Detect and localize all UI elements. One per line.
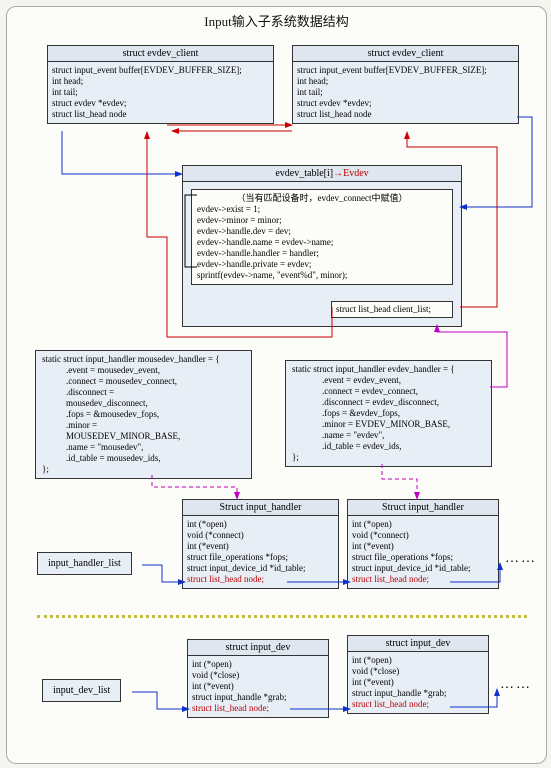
line: .event = mousedev_event, [42,365,160,375]
box-body: static struct input_handler mousedev_han… [36,351,251,478]
line: struct input_event buffer[EVDEV_BUFFER_S… [297,65,487,75]
line: .minor = EVDEV_MINOR_BASE, [292,419,450,429]
line: void (*connect) [352,530,409,540]
box-head: evdev_table[i]→Evdev [183,166,461,182]
line: evdev->handle.name = evdev->name; [197,237,333,247]
box-body: int (*open) void (*connect) int (*event)… [348,516,498,588]
dots: …… [505,551,537,567]
line: struct evdev *evdev; [297,98,371,108]
diagram-title: Input输入子系统数据结构 [204,11,348,30]
line: .fops = &mousedev_fops, [42,409,159,419]
line: .minor = [42,420,97,430]
line: static struct input_handler evdev_handle… [292,364,455,374]
head-arrow: → [333,168,343,179]
line: struct evdev *evdev; [52,98,126,108]
line: struct file_operations *fops; [187,552,288,562]
line: .connect = evdev_connect, [292,386,418,396]
box-body: int (*open) void (*close) int (*event) s… [188,656,328,717]
box-body: int (*open) void (*connect) int (*event)… [183,516,338,588]
line: int tail; [52,87,78,97]
dots: …… [500,677,532,693]
line: struct input_event buffer[EVDEV_BUFFER_S… [52,65,242,75]
box-evdev-handler: static struct input_handler evdev_handle… [285,360,492,467]
line: static struct input_handler mousedev_han… [42,354,220,364]
line: int head; [297,76,328,86]
label-text: input_dev_list [53,685,110,696]
box-body: static struct input_handler evdev_handle… [286,361,491,466]
box-input-handler-2: Struct input_handler int (*open) void (*… [347,499,499,589]
line: .disconnect = evdev_disconnect, [292,397,439,407]
line: int (*event) [192,681,234,691]
line: void (*close) [352,666,399,676]
box-head: struct evdev_client [293,46,518,62]
line: evdev->handle.handler = handler; [197,248,319,258]
line: .disconnect = [42,387,114,397]
box-head: struct input_dev [348,636,488,652]
label-input-dev-list: input_dev_list [42,679,121,702]
line: int (*open) [352,519,392,529]
line-red: struct list_head node; [352,574,429,584]
box-head: Struct input_handler [348,500,498,516]
line: void (*connect) [187,530,244,540]
client-list: struct list_head client_list; [331,301,453,318]
line-red: struct list_head node; [352,699,429,709]
line: mousedev_disconnect, [42,398,148,408]
box-input-dev-2: struct input_dev int (*open) void (*clos… [347,635,489,714]
box-head: struct evdev_client [48,46,273,62]
line-red: struct list_head node; [192,703,269,713]
line: struct list_head client_list; [336,304,431,314]
line: int (*open) [187,519,227,529]
line: struct list_head node [297,109,371,119]
line: }; [42,464,49,474]
box-body: struct input_event buffer[EVDEV_BUFFER_S… [48,62,273,123]
label-input-handler-list: input_handler_list [37,552,132,575]
line: struct input_device_id *id_table; [352,563,470,573]
line: .id_table = mousedev_ids, [42,453,161,463]
line: evdev->handle.dev = dev; [197,226,291,236]
box-head: struct input_dev [188,640,328,656]
line: struct input_handle *grab; [352,688,446,698]
divider [37,615,527,618]
line: MOUSEDEV_MINOR_BASE, [42,431,180,441]
line: int (*event) [352,677,394,687]
line: .connect = mousedev_connect, [42,376,177,386]
box-evdev-table: evdev_table[i]→Evdev （当有匹配设备时，evdev_conn… [182,165,462,327]
inner-body: （当有匹配设备时，evdev_connect中赋值） evdev->exist … [191,189,453,285]
line: .name = "mousedev", [42,442,143,452]
box-evdev-client-2: struct evdev_client struct input_event b… [292,45,519,124]
line: sprintf(evdev->name, "event%d", minor); [197,270,347,280]
box-mousedev-handler: static struct input_handler mousedev_han… [35,350,252,479]
line: struct input_device_id *id_table; [187,563,305,573]
line: struct input_handle *grab; [192,692,286,702]
box-body: int (*open) void (*close) int (*event) s… [348,652,488,713]
line: int (*event) [352,541,394,551]
line: }; [292,452,299,462]
line: int head; [52,76,83,86]
line: evdev->minor = minor; [197,215,282,225]
box-input-dev-1: struct input_dev int (*open) void (*clos… [187,639,329,718]
line: int (*event) [187,541,229,551]
line: int tail; [297,87,323,97]
label-text: input_handler_list [48,558,121,569]
line: struct list_head node [52,109,126,119]
line: int (*open) [192,659,232,669]
box-evdev-client-1: struct evdev_client struct input_event b… [47,45,274,124]
line: .fops = &evdev_fops, [292,408,400,418]
line: void (*close) [192,670,239,680]
line: int (*open) [352,655,392,665]
box-head: Struct input_handler [183,500,338,516]
line: evdev->handle.private = evdev; [197,259,311,269]
head-pre: evdev_table[i] [275,168,333,179]
line: .id_table = evdev_ids, [292,441,402,451]
line: struct file_operations *fops; [352,552,453,562]
line: .name = "evdev", [292,430,384,440]
head-red: Evdev [343,168,369,179]
line-red: struct list_head node; [187,574,264,584]
line: （当有匹配设备时，evdev_connect中赋值） [197,193,447,204]
box-input-handler-1: Struct input_handler int (*open) void (*… [182,499,339,589]
line: evdev->exist = 1; [197,204,260,214]
box-body: struct input_event buffer[EVDEV_BUFFER_S… [293,62,518,123]
line: .event = evdev_event, [292,375,401,385]
